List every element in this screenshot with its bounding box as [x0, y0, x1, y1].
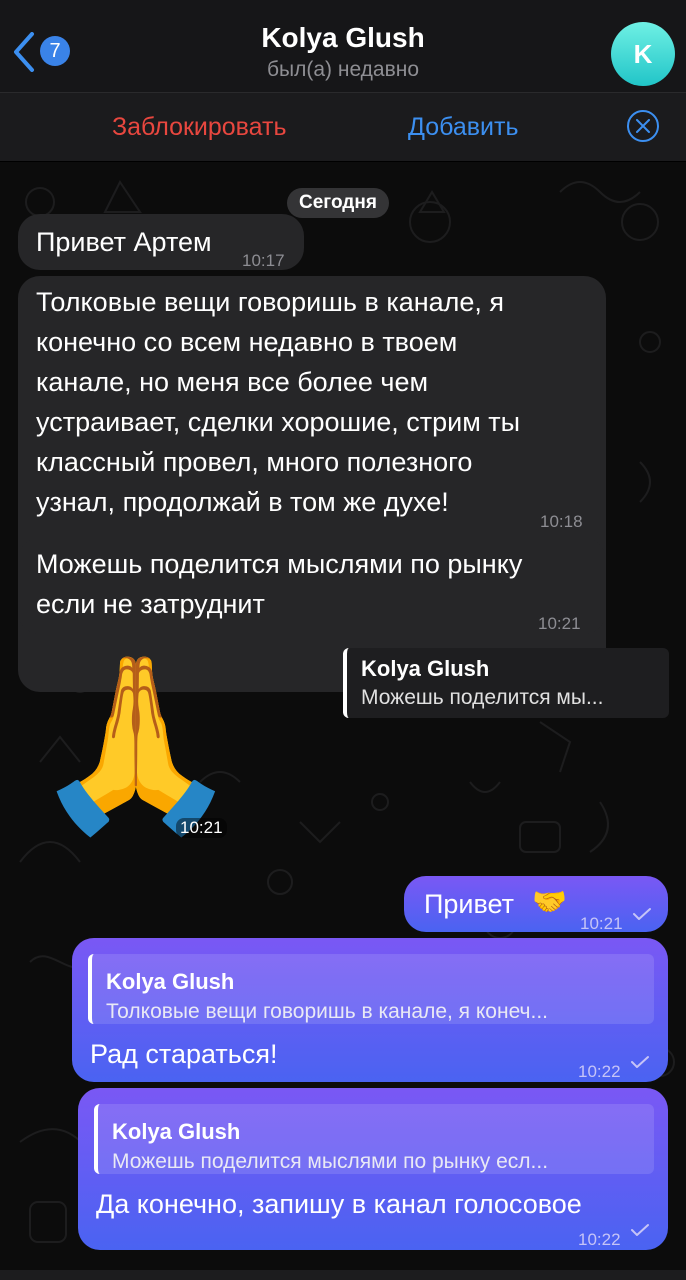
close-icon — [636, 119, 650, 133]
outgoing-message[interactable]: Kolya Glush Можешь поделится мыслями по … — [78, 1088, 668, 1250]
add-contact-button[interactable]: Добавить — [408, 113, 519, 142]
handshake-emoji: 🤝 — [532, 886, 567, 917]
praying-hands-sticker: 🙏 — [30, 649, 242, 839]
message-text: Рад стараться! — [90, 1039, 278, 1069]
sticker-message[interactable]: 🙏 10:21 — [30, 648, 242, 848]
incoming-message[interactable]: Привет Артем 10:17 — [18, 214, 304, 270]
reply-quote[interactable]: Kolya Glush Толковые вещи говоришь в кан… — [88, 954, 654, 1024]
message-time: 10:18 — [540, 512, 583, 531]
message-time: 10:21 — [176, 818, 227, 838]
reply-text: Можешь поделится мыслями по рынку есл... — [112, 1150, 549, 1173]
message-text: Можешь поделится мыслями по рынку если н… — [36, 549, 523, 619]
input-bar[interactable] — [0, 1270, 686, 1280]
message-time: 10:22 — [578, 1062, 621, 1081]
message-text: Привет — [424, 889, 515, 919]
contact-status: был(а) недавно — [266, 58, 420, 81]
reply-author: Kolya Glush — [361, 656, 490, 681]
message-time: 10:22 — [578, 1230, 621, 1249]
check-icon — [631, 1224, 649, 1236]
contact-action-bar: Заблокировать Добавить — [0, 93, 686, 161]
close-bar-button[interactable] — [627, 110, 659, 142]
message-text: Привет Артем — [36, 227, 212, 257]
contact-name[interactable]: Kolya Glush — [0, 22, 686, 54]
message-list[interactable]: Сегодня Привет Артем 10:17 Толковые вещи… — [0, 162, 686, 1270]
check-icon — [633, 908, 651, 920]
message-time: 10:17 — [242, 251, 285, 270]
reply-text: Толковые вещи говоришь в канале, я конеч… — [106, 1000, 549, 1023]
outgoing-message[interactable]: Привет 🤝 10:21 — [404, 876, 668, 933]
outgoing-message[interactable]: Kolya Glush Толковые вещи говоришь в кан… — [72, 938, 668, 1082]
reply-text: Можешь поделится мы... — [361, 686, 604, 709]
reply-quote[interactable]: Kolya Glush Можешь поделится мыслями по … — [94, 1104, 654, 1174]
message-text: Да конечно, запишу в канал голосовое — [96, 1189, 582, 1219]
sticker-reply-quote[interactable]: Kolya Glush Можешь поделится мы... — [343, 648, 669, 718]
block-button[interactable]: Заблокировать — [112, 113, 287, 142]
chat-header: 7 Kolya Glush был(а) недавно K — [0, 0, 686, 93]
incoming-message[interactable]: Можешь поделится мыслями по рынку если н… — [18, 538, 606, 634]
message-time: 10:21 — [538, 614, 581, 633]
message-text: Толковые вещи говоришь в канале, я конеч… — [36, 287, 521, 517]
check-icon — [631, 1056, 649, 1068]
date-separator: Сегодня — [287, 188, 389, 218]
avatar[interactable]: K — [611, 22, 675, 86]
